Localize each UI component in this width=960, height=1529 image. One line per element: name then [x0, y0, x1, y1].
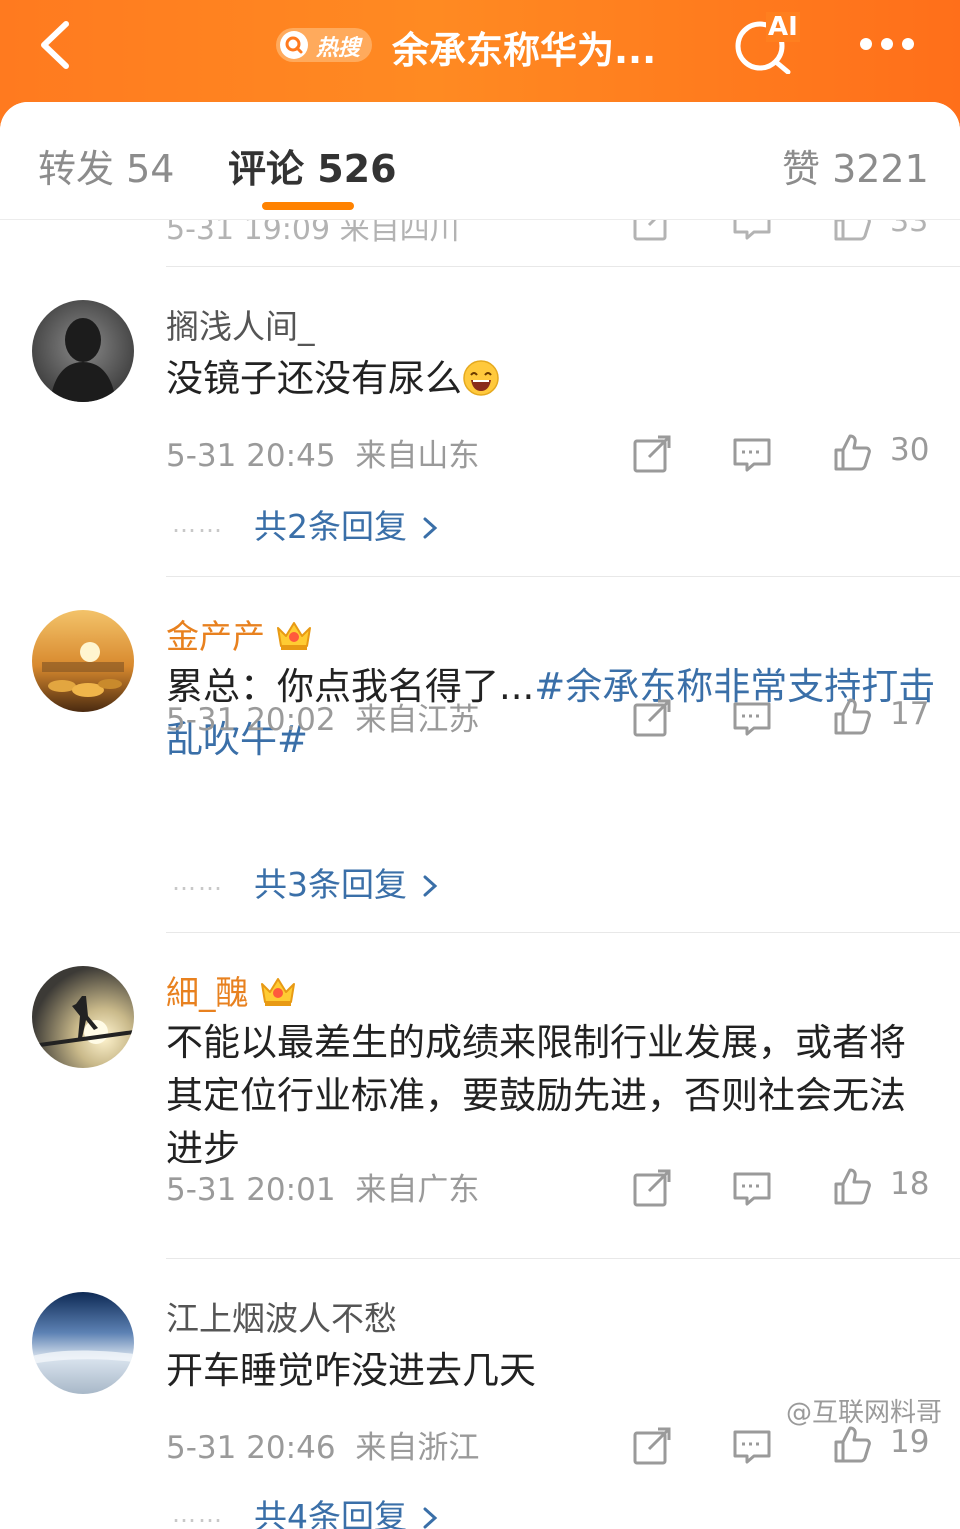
- view-replies-link[interactable]: …… 共2条回复: [172, 500, 439, 548]
- avatar[interactable]: [32, 300, 134, 402]
- username-text: 金产产: [166, 617, 265, 656]
- comment-item: 細_醜 不能以最差生的成绩来限制行业发展，或者将其定位行业标准，要鼓励先进，否则…: [0, 952, 960, 1258]
- like-count: 17: [890, 696, 930, 732]
- more-dots-icon[interactable]: [858, 36, 916, 52]
- comment-item: 金产产 累总：你点我名得了...#余承东称非常支持打击乱吹牛# 5-31 20:…: [0, 596, 960, 932]
- avatar-image: [32, 610, 134, 712]
- comment-text: 不能以最差生的成绩来限制行业发展，或者将其定位行业标准，要鼓励先进，否则社会无法…: [166, 1021, 906, 1170]
- comment-meta: 5-31 20:45 来自山东: [166, 430, 479, 475]
- divider: [166, 1258, 960, 1259]
- share-icon[interactable]: [632, 434, 672, 474]
- tab-likes[interactable]: 赞 3221: [782, 138, 929, 193]
- comment-location: 来自浙江: [355, 1430, 480, 1466]
- comment-text: 开车睡觉咋没进去几天: [166, 1349, 536, 1392]
- username[interactable]: 江上烟波人不愁: [166, 1292, 397, 1340]
- comment-time: 5-31 20:02: [166, 702, 336, 738]
- comment-icon[interactable]: [732, 1168, 772, 1208]
- comment-location: 来自广东: [355, 1172, 480, 1208]
- laughing-emoji-icon: [463, 360, 499, 396]
- avatar[interactable]: [32, 1292, 134, 1394]
- chevron-right-icon: [423, 517, 438, 539]
- avatar-image: [32, 300, 134, 402]
- thumbs-up-icon[interactable]: [832, 1166, 872, 1206]
- comment-icon[interactable]: [732, 698, 772, 738]
- comment-icon[interactable]: [732, 434, 772, 474]
- like-count: 30: [890, 432, 930, 468]
- comment-item: 搁浅人间_ 没镜子还没有尿么 5-31 20:45 来自山东 30 …… 共2条回…: [0, 286, 960, 576]
- divider: [166, 576, 960, 577]
- avatar-image: [32, 1292, 134, 1394]
- divider: [166, 932, 960, 933]
- comment-meta: 5-31 20:46 来自浙江: [166, 1422, 479, 1467]
- replies-label: 共3条回复: [254, 865, 407, 904]
- chevron-right-icon: [423, 1507, 438, 1529]
- ai-search-button[interactable]: AI: [730, 12, 800, 75]
- page-title: 余承东称华为...: [392, 29, 657, 72]
- dots: ……: [172, 510, 224, 538]
- active-tab-indicator: [262, 202, 354, 210]
- dots: ……: [172, 1500, 224, 1528]
- comment-sheet: 转发 54 评论 526 赞 3221 5-31 19:09 来自四川 33 搁…: [0, 102, 960, 1529]
- tab-reposts[interactable]: 转发 54: [38, 138, 174, 193]
- hot-search-badge[interactable]: 热搜: [276, 24, 374, 64]
- dots: ……: [172, 868, 224, 896]
- replies-label: 共2条回复: [254, 507, 407, 546]
- hot-search-label: 热搜: [316, 36, 361, 61]
- chevron-left-icon[interactable]: [34, 18, 84, 72]
- thumbs-up-icon[interactable]: [832, 1424, 872, 1464]
- tab-bar: 转发 54 评论 526 赞 3221: [0, 102, 960, 220]
- avatar[interactable]: [32, 966, 134, 1068]
- view-replies-link[interactable]: …… 共4条回复: [172, 1490, 439, 1529]
- comment-text: 没镜子还没有尿么: [166, 352, 936, 405]
- comment-meta: 5-31 20:02 来自江苏: [166, 694, 479, 739]
- comment-item: 江上烟波人不愁 开车睡觉咋没进去几天 5-31 20:46 来自浙江 19 ………: [0, 1278, 960, 1529]
- share-icon[interactable]: [632, 1426, 672, 1466]
- like-count: 18: [890, 1166, 930, 1202]
- chevron-right-icon: [423, 875, 438, 897]
- username-text: 細_醜: [166, 973, 249, 1012]
- thumbs-up-icon[interactable]: [832, 696, 872, 736]
- tab-comments[interactable]: 评论 526: [228, 138, 397, 193]
- avatar[interactable]: [32, 610, 134, 712]
- vip-crown-icon: [260, 978, 295, 1006]
- comment-meta: 5-31 20:01 来自广东: [166, 1164, 479, 1209]
- avatar-image: [32, 966, 134, 1068]
- share-icon[interactable]: [632, 698, 672, 738]
- divider: [166, 266, 960, 267]
- comment-feed[interactable]: 5-31 19:09 来自四川 33 搁浅人间_ 没镜子还没有尿么 5-31 2…: [0, 102, 960, 1529]
- like-count: 19: [890, 1424, 930, 1460]
- thumbs-up-icon[interactable]: [832, 432, 872, 472]
- comment-location: 来自江苏: [355, 702, 480, 738]
- ai-label: AI: [766, 12, 800, 42]
- comment-time: 5-31 20:46: [166, 1430, 336, 1466]
- share-icon[interactable]: [632, 1168, 672, 1208]
- username[interactable]: 細_醜: [166, 966, 297, 1014]
- comment-time: 5-31 20:45: [166, 438, 336, 474]
- comment-location: 来自山东: [355, 438, 480, 474]
- view-replies-link[interactable]: …… 共3条回复: [172, 858, 439, 906]
- replies-label: 共4条回复: [254, 1497, 407, 1529]
- comment-text-content: 没镜子还没有尿么: [166, 357, 462, 400]
- username[interactable]: 金产产: [166, 610, 313, 658]
- comment-icon[interactable]: [732, 1426, 772, 1466]
- username[interactable]: 搁浅人间_: [166, 300, 315, 348]
- comment-time: 5-31 20:01: [166, 1172, 336, 1208]
- vip-crown-icon: [277, 622, 311, 650]
